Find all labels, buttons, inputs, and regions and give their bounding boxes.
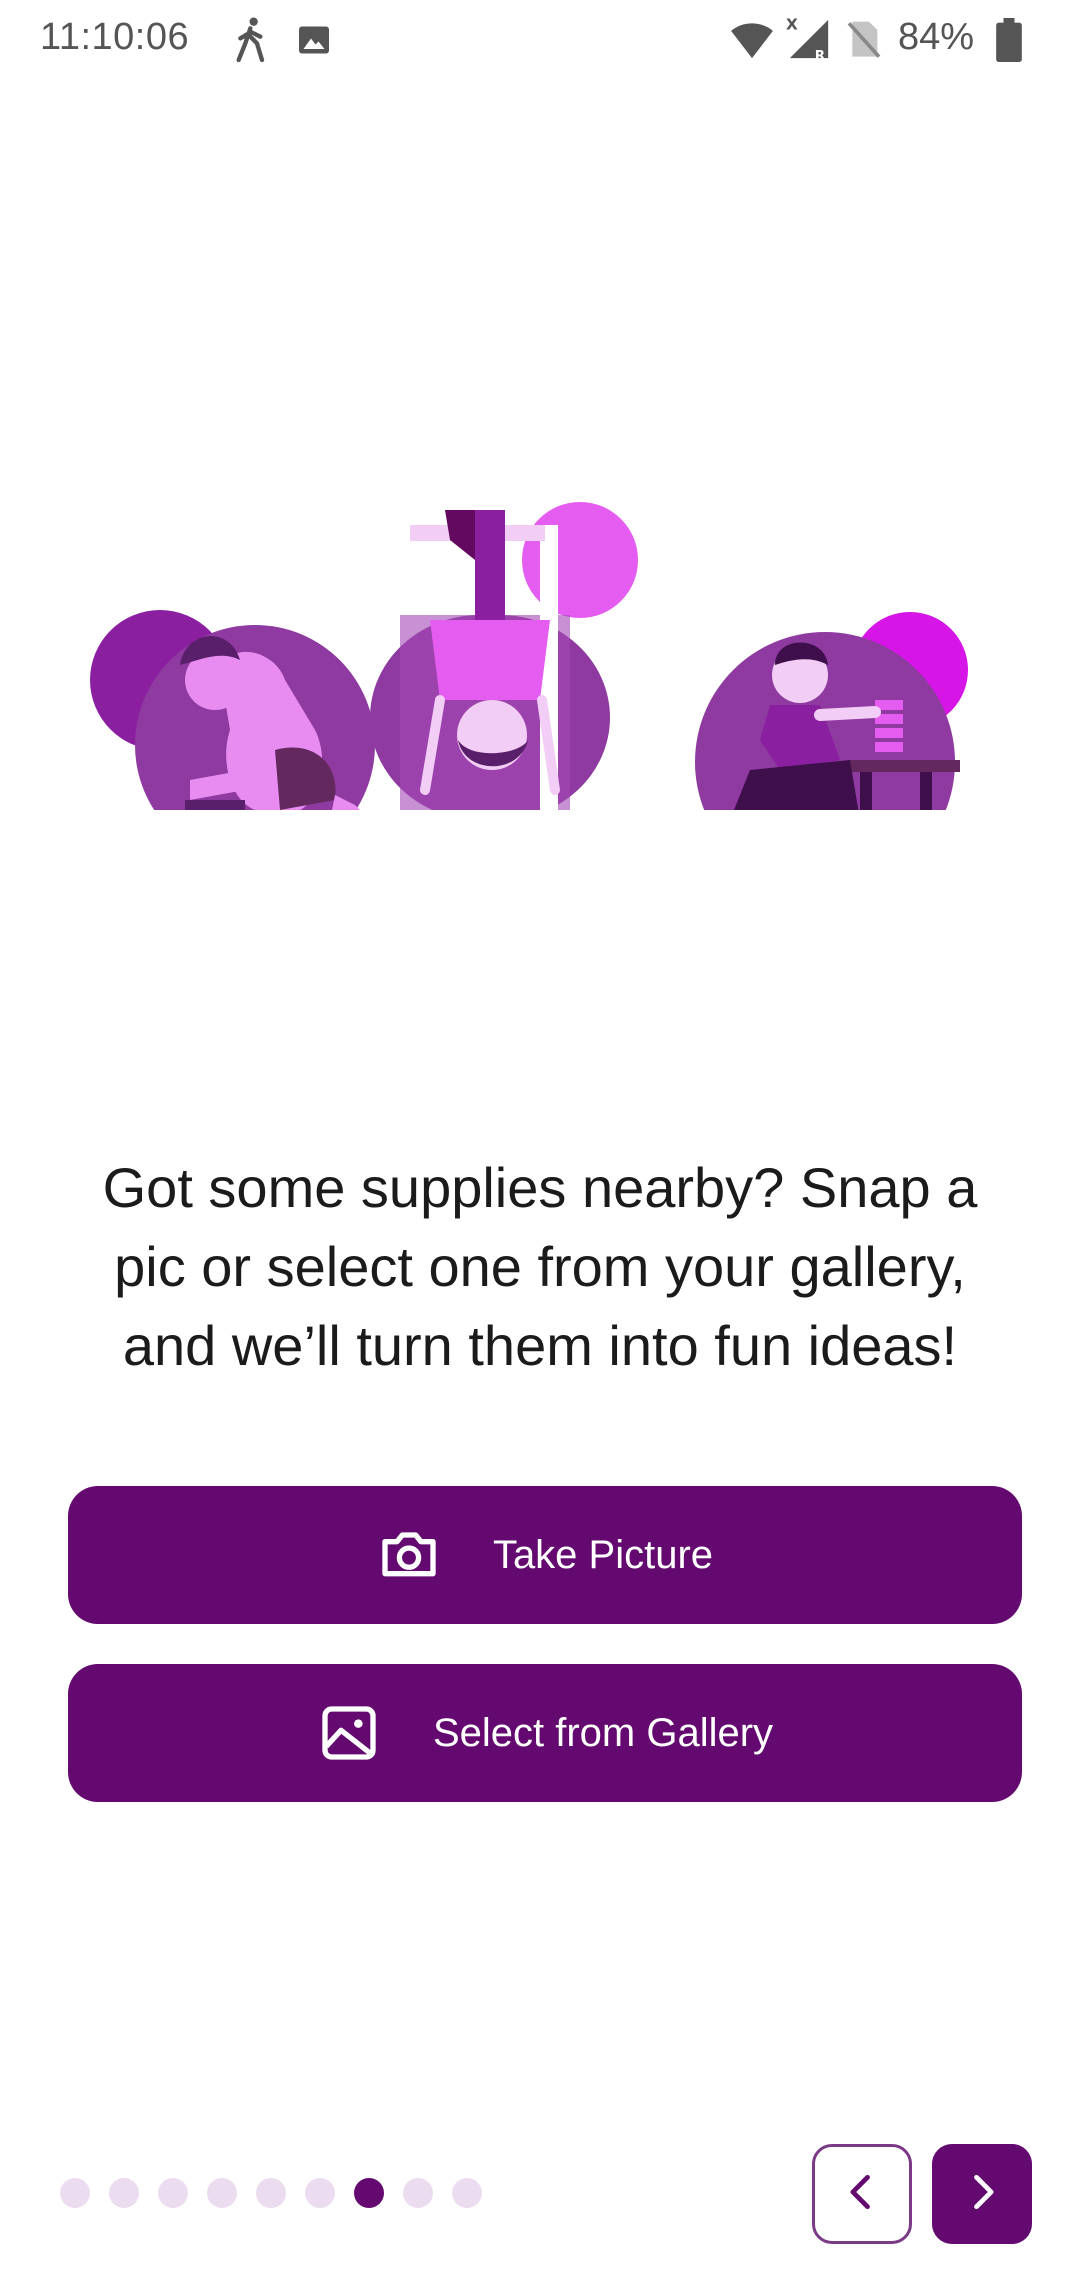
- prompt-text: Got some supplies nearby? Snap a pic or …: [102, 1156, 978, 1377]
- svg-text:R: R: [815, 49, 826, 62]
- page-dot: [158, 2178, 188, 2208]
- status-time: 11:10:06: [40, 16, 190, 58]
- select-from-gallery-label: Select from Gallery: [432, 1710, 774, 1755]
- child-crawling-illustration: [90, 610, 375, 865]
- page-dot: [60, 2178, 90, 2208]
- page-dot: [109, 2178, 139, 2208]
- page-dot: [452, 2178, 482, 2208]
- svg-text:X: X: [786, 16, 798, 33]
- signal-icon: X R: [786, 15, 832, 67]
- previous-button[interactable]: [812, 2144, 912, 2244]
- take-picture-button[interactable]: Take Picture: [68, 1486, 1022, 1624]
- take-picture-label: Take Picture: [492, 1532, 714, 1577]
- battery-percent: 84%: [898, 16, 975, 58]
- gallery-icon: [317, 1701, 381, 1765]
- chevron-left-icon: [840, 2170, 884, 2219]
- chevron-right-icon: [960, 2170, 1004, 2219]
- camera-icon: [377, 1523, 441, 1587]
- status-bar: 11:10:06 X R 84%: [0, 0, 1080, 80]
- page-dot: [207, 2178, 237, 2208]
- page-dot: [403, 2178, 433, 2208]
- page-dot: [354, 2178, 384, 2208]
- no-sim-icon: [846, 20, 882, 65]
- page-dot: [305, 2178, 335, 2208]
- hero-illustration: [80, 500, 1000, 892]
- walking-icon: [232, 16, 272, 69]
- next-button[interactable]: [932, 2144, 1032, 2244]
- battery-icon: [996, 18, 1022, 67]
- select-from-gallery-button[interactable]: Select from Gallery: [68, 1664, 1022, 1802]
- page-dot: [256, 2178, 286, 2208]
- image-icon: [296, 22, 332, 63]
- child-hanging-illustration: [370, 502, 638, 820]
- child-stacking-blocks-illustration: [695, 612, 968, 892]
- wifi-icon: [730, 20, 774, 65]
